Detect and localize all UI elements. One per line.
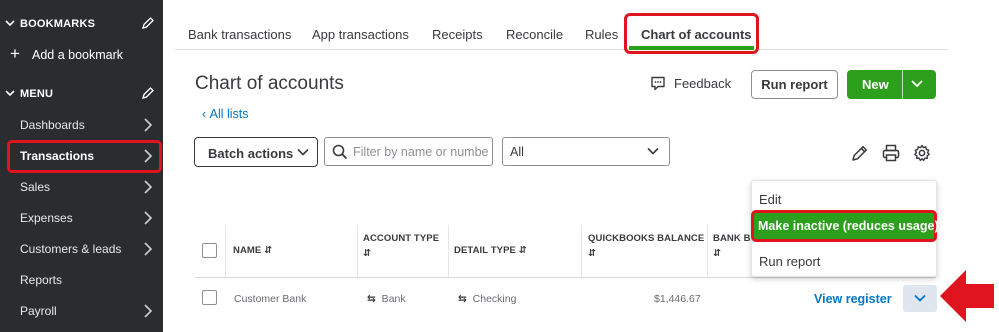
feedback-icon [651,76,665,91]
tab-bank-transactions[interactable]: Bank transactions [188,27,291,42]
chevron-right-icon [144,304,153,318]
sidebar-item-label: Sales [20,180,51,194]
transfer-icon: ⇆ [458,293,467,305]
chevron-down-icon [5,90,15,97]
view-register-link[interactable]: View register [814,292,892,306]
table-header-divider [195,277,936,278]
row-checkbox[interactable] [202,290,217,305]
transfer-icon: ⇆ [367,293,376,305]
chevron-down-icon[interactable] [911,79,923,89]
sidebar-item-dashboards[interactable]: Dashboards [0,110,163,140]
cell-detail-type-label: Checking [472,293,517,305]
row-actions-dropdown[interactable] [903,285,937,312]
bookmarks-header[interactable]: BOOKMARKS [0,9,163,39]
column-divider [448,225,449,277]
sidebar-item-label: Customers & leads [20,242,122,256]
search-icon [332,144,348,160]
tab-receipts[interactable]: Receipts [432,27,483,42]
column-header-detail-type[interactable]: DETAIL TYPE ⇵ [454,245,527,256]
all-lists-label: All lists [209,107,249,121]
column-divider [707,225,708,277]
chevron-right-icon [144,118,153,132]
sidebar-item-label: Expenses [20,211,73,225]
chevron-down-icon [914,294,926,302]
chevron-right-icon [144,242,153,256]
add-bookmark-label: Add a bookmark [32,48,124,62]
menu-header[interactable]: MENU [0,79,163,109]
sidebar-item-label: Reports [20,273,63,287]
cell-account-type: ⇆ Bank [367,293,406,305]
page-title: Chart of accounts [195,73,344,94]
all-lists-link[interactable]: ‹ All lists [202,107,249,121]
sidebar-item-label: Payroll [20,304,57,318]
chevron-down-icon [297,148,309,156]
column-header-quickbooks-balance-label: QUICKBOOKS BALANCE [588,233,705,244]
cell-detail-type: ⇆ Checking [458,293,516,305]
plus-icon: + [10,44,20,63]
sort-icon: ⇵ [518,245,527,256]
sort-icon: ⇵ [363,248,372,259]
column-divider [581,225,582,277]
chevron-right-icon [144,211,153,225]
red-arrow-icon [940,270,994,322]
batch-actions-label: Batch actions [208,146,294,161]
column-header-name[interactable]: NAME ⇵ [233,245,272,256]
pencil-icon[interactable] [141,86,155,100]
print-icon[interactable] [881,143,901,163]
sidebar-item-payroll[interactable]: Payroll [0,296,163,326]
feedback-label: Feedback [674,76,732,91]
tab-reconcile[interactable]: Reconcile [506,27,563,42]
sidebar-item-sales[interactable]: Sales [0,172,163,202]
tabs-divider [175,49,948,50]
bookmarks-label: BOOKMARKS [20,18,96,30]
menu-item-run-report[interactable]: Run report [759,254,820,269]
cell-quickbooks-balance: $1,446.67 [654,293,701,305]
chevron-down-icon [647,147,659,155]
sort-icon: ⇵ [264,245,273,256]
sidebar-item-reports[interactable]: Reports [0,265,163,295]
active-tab-highlight-box [624,13,759,54]
tab-app-transactions[interactable]: App transactions [312,27,409,42]
menu-item-make-inactive-label: Make inactive (reduces usage) [758,219,939,233]
column-header-quickbooks-balance[interactable]: QUICKBOOKS BALANCE ⇵ [588,233,704,259]
sidebar-item-expenses[interactable]: Expenses [0,203,163,233]
menu-item-make-inactive[interactable]: Make inactive (reduces usage) [751,210,939,242]
add-bookmark[interactable]: + Add a bookmark [0,40,163,70]
column-divider [225,225,226,277]
gear-icon[interactable] [912,143,932,163]
chevron-left-icon: ‹ [202,107,210,121]
sidebar: BOOKMARKS + Add a bookmark MENU Dashboar… [0,0,163,332]
search-input[interactable] [353,142,489,162]
account-type-select-value: All [510,145,524,159]
column-header-detail-type-label: DETAIL TYPE [454,245,516,256]
menu-item-edit[interactable]: Edit [759,192,781,207]
cell-name: Customer Bank [234,293,307,305]
transactions-highlight-box [7,140,162,173]
tab-rules[interactable]: Rules [585,27,618,42]
select-all-checkbox[interactable] [202,243,217,258]
column-header-account-type-label: ACCOUNT TYPE [363,233,440,244]
sort-icon: ⇵ [588,248,597,259]
menu-label: MENU [20,88,54,100]
column-divider [357,225,358,277]
search-field[interactable] [324,137,493,166]
new-button-divider [902,70,903,99]
cell-account-type-label: Bank [381,293,406,305]
pencil-icon[interactable] [850,143,870,163]
sidebar-item-customers-leads[interactable]: Customers & leads [0,234,163,264]
run-report-button[interactable]: Run report [751,70,838,99]
feedback-button[interactable]: Feedback [650,76,731,91]
column-header-account-type[interactable]: ACCOUNT TYPE ⇵ [363,233,439,259]
account-type-select[interactable]: All [502,137,670,166]
new-button[interactable]: New [847,70,936,99]
column-header-name-label: NAME [233,245,262,256]
sidebar-item-label: Dashboards [20,118,85,132]
chevron-down-icon [5,20,15,27]
chevron-right-icon [144,180,153,194]
pencil-icon[interactable] [141,16,155,30]
batch-actions-dropdown[interactable]: Batch actions [194,137,318,167]
new-button-label: New [862,77,889,92]
